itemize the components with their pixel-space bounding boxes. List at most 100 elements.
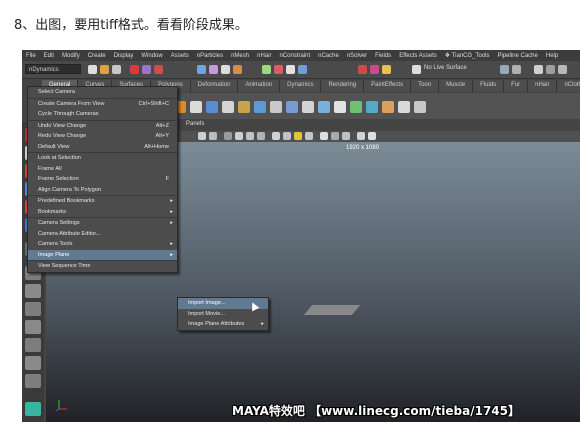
shelf-tool-icon[interactable] — [318, 101, 330, 113]
menubar-item[interactable]: nSolver — [343, 53, 371, 59]
lighting-icon[interactable] — [294, 132, 302, 140]
view-menu-item[interactable]: Image Plane ▸ — [28, 249, 177, 260]
layout-two-icon[interactable] — [25, 302, 41, 316]
view-menu-item[interactable]: Create Camera From View Ctrl+Shift+C — [28, 97, 177, 110]
custom-layout-icon[interactable] — [25, 402, 41, 416]
smooth-shade-icon[interactable] — [283, 132, 291, 140]
menubar-item[interactable]: nMesh — [227, 53, 253, 59]
menubar-item[interactable]: Create — [84, 53, 110, 59]
shelf-tab[interactable]: nHair — [528, 80, 558, 92]
xray-icon[interactable] — [331, 132, 339, 140]
image-plane-icon[interactable] — [224, 132, 232, 140]
view-menu-item[interactable]: Camera Tools ▸ — [28, 239, 177, 250]
snap-point-icon[interactable] — [221, 65, 230, 74]
wireframe-icon[interactable] — [272, 132, 280, 140]
menubar-item[interactable]: Fields — [371, 53, 395, 59]
shelf-tab[interactable]: nCloth — [557, 80, 580, 92]
shelf-tool-icon[interactable] — [270, 101, 282, 113]
snap-curve-icon[interactable] — [209, 65, 218, 74]
menubar-item[interactable]: Help — [542, 53, 562, 59]
menubar-item[interactable]: Pipeline Cache — [494, 53, 542, 59]
panel-menu-item[interactable]: Panels — [182, 120, 208, 131]
attribute-editor-icon[interactable] — [534, 65, 543, 74]
open-scene-icon[interactable] — [100, 65, 109, 74]
menubar-item[interactable]: Assets — [167, 53, 193, 59]
select-component-icon[interactable] — [154, 65, 163, 74]
menubar-item[interactable]: nConstraint — [275, 53, 314, 59]
view-menu-item[interactable]: Predefined Bookmarks ▸ — [28, 195, 177, 207]
camera-attributes-icon[interactable] — [198, 132, 206, 140]
view-menu-item[interactable]: Frame All — [28, 164, 177, 175]
shelf-tab[interactable]: Dynamics — [280, 80, 322, 92]
shelf-tool-icon[interactable] — [302, 101, 314, 113]
bookmarks-icon[interactable] — [209, 132, 217, 140]
xray-joints-icon[interactable] — [342, 132, 350, 140]
shelf-tool-icon[interactable] — [222, 101, 234, 113]
save-scene-icon[interactable] — [112, 65, 121, 74]
magnet-point-icon[interactable] — [382, 65, 391, 74]
shelf-tool-icon[interactable] — [398, 101, 410, 113]
select-object-icon[interactable] — [142, 65, 151, 74]
history-icon[interactable] — [262, 65, 271, 74]
shelf-tool-icon[interactable] — [382, 101, 394, 113]
shelf-tab[interactable]: Muscle — [439, 80, 474, 92]
shelf-tab[interactable]: Fluids — [473, 80, 505, 92]
shelf-tool-icon[interactable] — [286, 101, 298, 113]
shelf-tab[interactable]: Fur — [504, 80, 529, 92]
snap-grid-icon[interactable] — [197, 65, 206, 74]
layout-four-icon[interactable] — [25, 284, 41, 298]
layout-icon[interactable] — [512, 65, 521, 74]
shelf-tool-icon[interactable] — [366, 101, 378, 113]
mode-selector[interactable]: nDynamics — [25, 64, 81, 74]
ipr-render-icon[interactable] — [286, 65, 295, 74]
menubar-item[interactable]: Edit — [40, 53, 58, 59]
close-panel-icon[interactable] — [368, 132, 376, 140]
shelf-tab[interactable]: Toon — [411, 80, 440, 92]
menubar-item[interactable]: Window — [137, 53, 166, 59]
menubar-item[interactable]: Modify — [58, 53, 84, 59]
view-menu-item[interactable]: Bookmarks ▸ — [28, 207, 177, 218]
grid-icon[interactable] — [235, 132, 243, 140]
render-icon[interactable] — [274, 65, 283, 74]
view-menu-item[interactable]: Camera Attribute Editor... — [28, 229, 177, 240]
layout-graph-icon[interactable] — [25, 338, 41, 352]
shelf-tab[interactable]: Animation — [238, 80, 281, 92]
magnet-curve-icon[interactable] — [370, 65, 379, 74]
view-menu-item[interactable]: Redo View Change Alt+Y — [28, 131, 177, 142]
resolution-gate-icon[interactable] — [257, 132, 265, 140]
new-scene-icon[interactable] — [88, 65, 97, 74]
menubar-item[interactable]: nHair — [253, 53, 275, 59]
shadows-icon[interactable] — [305, 132, 313, 140]
view-menu-item[interactable]: Camera Settings ▸ — [28, 217, 177, 229]
hud-icon[interactable] — [357, 132, 365, 140]
menubar-item[interactable]: File — [22, 53, 40, 59]
menubar-item[interactable]: nCache — [314, 53, 343, 59]
shelf-tool-icon[interactable] — [350, 101, 362, 113]
layout-outliner-icon[interactable] — [25, 320, 41, 334]
tool-settings-icon[interactable] — [546, 65, 555, 74]
shelf-tool-icon[interactable] — [238, 101, 250, 113]
shelf-tool-icon[interactable] — [334, 101, 346, 113]
view-menu-item[interactable]: Default View Alt+Home — [28, 142, 177, 153]
view-menu-item[interactable]: Look at Selection — [28, 152, 177, 164]
menubar-item[interactable]: nParticles — [193, 53, 227, 59]
magnet-icon[interactable] — [358, 65, 367, 74]
layout-render-icon[interactable] — [25, 374, 41, 388]
shelf-tool-icon[interactable] — [254, 101, 266, 113]
channel-box-icon[interactable] — [558, 65, 567, 74]
view-menu-item[interactable]: Select Camera — [28, 87, 177, 98]
menubar-item[interactable]: ❖ TianCG_Tools — [441, 52, 494, 59]
live-surface-icon[interactable] — [412, 65, 421, 74]
layout-hypershade-icon[interactable] — [25, 356, 41, 370]
view-menu-item[interactable]: Align Camera To Polygon — [28, 185, 177, 196]
menubar-item[interactable]: Display — [110, 53, 138, 59]
shelf-tool-icon[interactable] — [206, 101, 218, 113]
image-plane-menu-item[interactable]: Image Plane Attributes ▸ — [178, 319, 268, 330]
view-menu-item[interactable]: Cycle Through Cameras — [28, 109, 177, 120]
display-icon[interactable] — [500, 65, 509, 74]
select-hierarchy-icon[interactable] — [130, 65, 139, 74]
snap-plane-icon[interactable] — [233, 65, 242, 74]
shelf-tool-icon[interactable] — [190, 101, 202, 113]
film-gate-icon[interactable] — [246, 132, 254, 140]
view-menu-item[interactable]: Undo View Change Alt+Z — [28, 119, 177, 132]
